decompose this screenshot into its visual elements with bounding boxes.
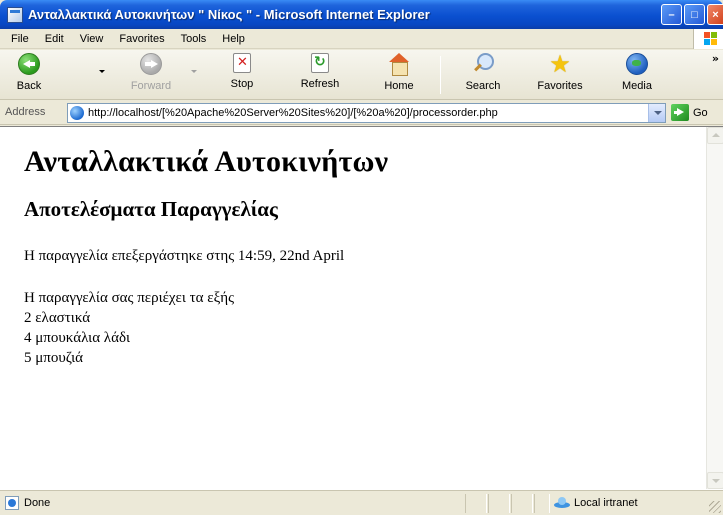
menu-file[interactable]: File bbox=[3, 33, 37, 45]
close-button[interactable]: × bbox=[707, 4, 723, 25]
favorites-label: Favorites bbox=[537, 80, 583, 92]
order-item: 4 μπουκάλια λάδι bbox=[24, 330, 131, 346]
stop-icon bbox=[233, 53, 251, 73]
order-summary-intro: Η παραγγελία σας περιέχει τα εξής bbox=[24, 290, 235, 306]
minimize-button[interactable]: – bbox=[661, 4, 682, 25]
window-title: Ανταλλακτικά Αυτοκινήτων " Νίκος " - Mic… bbox=[28, 7, 430, 22]
scroll-up-button[interactable] bbox=[707, 127, 723, 144]
refresh-icon bbox=[311, 53, 329, 73]
page-done-icon bbox=[5, 496, 19, 510]
media-label: Media bbox=[622, 80, 652, 92]
favorites-button[interactable]: ★ Favorites bbox=[535, 50, 585, 97]
star-icon: ★ bbox=[549, 50, 571, 78]
page-globe-icon bbox=[70, 106, 84, 120]
order-processed-text: Η παραγγελία επεξεργάστηκε στης 14:59, 2… bbox=[24, 248, 345, 264]
address-dropdown-button[interactable] bbox=[648, 104, 665, 122]
home-label: Home bbox=[384, 80, 414, 92]
forward-arrow-icon bbox=[140, 53, 162, 75]
title-bar[interactable]: Ανταλλακτικά Αυτοκινήτων " Νίκος " - Mic… bbox=[0, 0, 723, 29]
menu-favorites[interactable]: Favorites bbox=[111, 33, 172, 45]
back-button[interactable]: Back bbox=[4, 53, 54, 97]
refresh-label: Refresh bbox=[300, 78, 340, 90]
forward-history-dropdown[interactable] bbox=[191, 70, 197, 73]
back-label: Back bbox=[16, 80, 42, 92]
resize-grip[interactable] bbox=[709, 501, 721, 513]
status-pane bbox=[534, 494, 550, 513]
menu-view[interactable]: View bbox=[72, 33, 112, 45]
page-viewport: Ανταλλακτικά Αυτοκινήτων Αποτελέσματα Πα… bbox=[0, 126, 723, 490]
address-label: Address bbox=[5, 106, 46, 118]
menu-help[interactable]: Help bbox=[214, 33, 253, 45]
media-globe-icon bbox=[626, 53, 648, 75]
toolbar: Back Forward Stop Refresh Home Search ★ … bbox=[0, 50, 723, 100]
search-icon bbox=[472, 53, 494, 75]
vertical-scrollbar[interactable] bbox=[706, 127, 723, 489]
back-history-dropdown[interactable] bbox=[99, 70, 105, 73]
refresh-button[interactable]: Refresh bbox=[295, 53, 345, 97]
status-pane bbox=[465, 494, 487, 513]
ie-page-icon bbox=[7, 6, 23, 23]
status-bar: Done Local irtranet bbox=[0, 490, 723, 515]
menu-edit[interactable]: Edit bbox=[37, 33, 72, 45]
page-content: Ανταλλακτικά Αυτοκινήτων Αποτελέσματα Πα… bbox=[0, 127, 705, 489]
maximize-button[interactable]: □ bbox=[684, 4, 705, 25]
home-button[interactable]: Home bbox=[374, 53, 424, 97]
go-button[interactable]: Go bbox=[671, 104, 708, 121]
status-text: Done bbox=[24, 497, 51, 509]
address-input[interactable]: http://localhost/[%20Apache%20Server%20S… bbox=[88, 107, 643, 119]
stop-label: Stop bbox=[230, 78, 254, 90]
window-controls: – □ × bbox=[661, 4, 723, 25]
search-button[interactable]: Search bbox=[458, 53, 508, 97]
address-bar: Address http://localhost/[%20Apache%20Se… bbox=[0, 101, 723, 125]
back-arrow-icon bbox=[18, 53, 40, 75]
status-pane bbox=[511, 494, 533, 513]
security-zone-text: Local irtranet bbox=[574, 497, 638, 509]
go-arrow-icon bbox=[671, 104, 689, 121]
menu-tools[interactable]: Tools bbox=[173, 33, 215, 45]
toolbar-more-chevron[interactable]: » bbox=[712, 52, 719, 65]
forward-button[interactable]: Forward bbox=[126, 53, 176, 97]
go-label: Go bbox=[693, 106, 708, 119]
scroll-down-button[interactable] bbox=[707, 472, 723, 489]
order-item: 2 ελαστικά bbox=[24, 310, 91, 326]
toolbar-separator bbox=[440, 56, 441, 94]
stop-button[interactable]: Stop bbox=[217, 53, 267, 97]
home-icon bbox=[388, 53, 410, 76]
page-title: Ανταλλακτικά Αυτοκινήτων bbox=[24, 145, 389, 178]
page-subtitle: Αποτελέσματα Παραγγελίας bbox=[24, 197, 278, 221]
address-field[interactable]: http://localhost/[%20Apache%20Server%20S… bbox=[67, 103, 666, 123]
menu-bar: File Edit View Favorites Tools Help bbox=[0, 29, 723, 49]
order-item: 5 μπουζιά bbox=[24, 350, 84, 366]
media-button[interactable]: Media bbox=[612, 53, 662, 97]
search-label: Search bbox=[465, 80, 501, 92]
forward-label: Forward bbox=[130, 80, 172, 92]
intranet-zone-icon bbox=[554, 496, 570, 510]
status-pane bbox=[488, 494, 510, 513]
windows-logo-icon bbox=[693, 29, 723, 49]
